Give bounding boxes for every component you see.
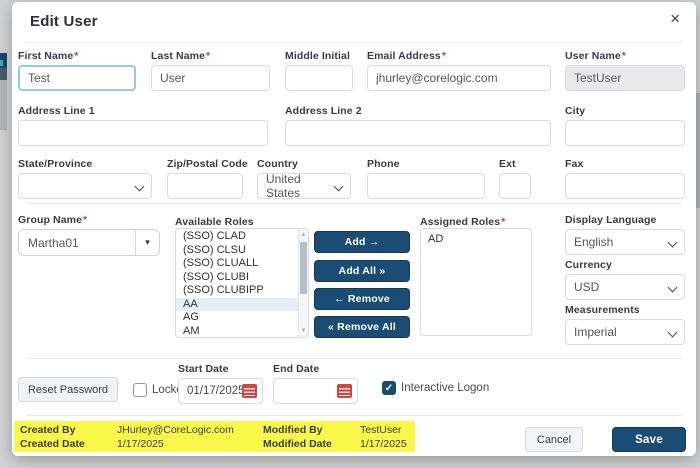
middle-initial-input[interactable] [285,65,353,91]
modified-date-label: Modified Date [263,438,360,450]
role-option[interactable]: (SSO) CLUBI [176,271,298,285]
chevron-down-icon [668,238,678,248]
chevron-down-icon [334,182,344,192]
role-option[interactable]: AG [176,311,298,325]
scroll-up-icon[interactable]: ▲ [299,232,308,238]
modified-by-value: TestUser [360,424,415,436]
currency-select[interactable]: USD [565,274,685,300]
created-by-value: JHurley@CoreLogic.com [117,424,263,436]
role-option[interactable]: AD [421,233,531,247]
zip-input[interactable] [167,173,243,199]
city-input[interactable] [565,120,685,146]
available-roles-label: Available Roles [175,216,254,228]
group-name-combobox[interactable]: Martha01 ▾ [18,229,160,256]
created-date-value: 1/17/2025 [117,438,263,450]
state-select[interactable] [18,173,152,199]
fax-input[interactable] [565,173,685,199]
role-option[interactable]: (SSO) CLUBIPP [176,284,298,298]
audit-info-highlight: Created By JHurley@CoreLogic.com Modifie… [14,421,415,452]
role-option[interactable]: (SSO) CLUALL [176,257,298,271]
caret-down-icon[interactable]: ▾ [135,230,159,255]
measurements-select[interactable]: Imperial [565,319,685,345]
state-label: State/Province [18,158,152,170]
divider [26,203,682,204]
close-icon[interactable]: × [670,10,680,27]
country-label: Country [257,158,351,170]
remove-all-button[interactable]: « Remove All [314,316,410,338]
add-all-button[interactable]: Add All » [314,260,410,282]
role-option[interactable]: AA [176,298,298,312]
start-date-label: Start Date [178,363,263,375]
background-page-fragment [0,80,7,130]
user-name-input [565,65,685,91]
chevron-down-icon [668,328,678,338]
display-language-label: Display Language [565,214,685,226]
chevron-down-icon [135,182,145,192]
background-page-fragment [0,60,3,66]
background-page-fragment [0,68,7,80]
divider [26,415,682,416]
save-button[interactable]: Save [612,427,686,452]
end-date-input[interactable] [273,378,358,404]
scroll-down-icon[interactable]: ▼ [299,328,308,334]
measurements-label: Measurements [565,304,685,316]
remove-button[interactable]: ← Remove [314,288,410,310]
currency-label: Currency [565,259,685,271]
group-name-label: Group Name* [18,214,160,226]
divider [26,358,682,359]
edit-user-dialog: Edit User × First Name* Last Name* Middl… [12,2,696,456]
modified-date-value: 1/17/2025 [360,438,415,450]
reset-password-button[interactable]: Reset Password [18,377,118,402]
country-select[interactable]: United States [257,173,351,199]
scrollbar-thumb[interactable] [300,242,307,294]
assigned-roles-label: Assigned Roles* [420,216,505,228]
role-option[interactable]: (SSO) CLAD [176,230,298,244]
calendar-icon[interactable] [242,384,257,398]
calendar-icon[interactable] [337,384,352,398]
interactive-logon-checkbox[interactable]: ✓ [382,381,396,395]
end-date-label: End Date [273,363,358,375]
add-button[interactable]: Add → [314,231,410,253]
city-label: City [565,105,685,117]
assigned-roles-listbox[interactable]: AD [420,228,532,336]
user-name-label: User Name* [565,50,685,62]
display-language-select[interactable]: English [565,229,685,255]
chevron-down-icon [668,283,678,293]
available-roles-listbox[interactable]: (SSO) CLAD(SSO) CLSU(SSO) CLUALL(SSO) CL… [175,228,309,338]
address2-label: Address Line 2 [285,105,551,117]
locked-checkbox[interactable] [133,383,147,397]
ext-input[interactable] [499,173,531,199]
first-name-label: First Name* [18,50,136,62]
cancel-button[interactable]: Cancel [525,427,583,452]
fax-label: Fax [565,158,685,170]
dialog-title: Edit User [30,13,98,30]
phone-label: Phone [367,158,485,170]
phone-input[interactable] [367,173,485,199]
ext-label: Ext [499,158,531,170]
email-input[interactable] [367,65,551,91]
interactive-logon-label: Interactive Logon [401,382,489,394]
listbox-scrollbar[interactable]: ▲ ▼ [298,229,308,337]
start-date-input[interactable]: 01/17/2025 [178,378,263,404]
middle-initial-label: Middle Initial [285,50,353,62]
created-date-label: Created Date [20,438,117,450]
created-by-label: Created By [20,424,117,436]
zip-label: Zip/Postal Code [167,158,243,170]
address2-input[interactable] [285,120,551,146]
divider [26,42,682,43]
address1-input[interactable] [18,120,268,146]
last-name-label: Last Name* [151,50,270,62]
role-option[interactable]: (SSO) CLSU [176,244,298,258]
check-icon: ✓ [385,383,393,394]
address1-label: Address Line 1 [18,105,268,117]
email-label: Email Address* [367,50,551,62]
last-name-input[interactable] [151,65,270,91]
modified-by-label: Modified By [263,424,360,436]
role-option[interactable]: AM [176,325,298,339]
first-name-input[interactable] [18,65,136,91]
